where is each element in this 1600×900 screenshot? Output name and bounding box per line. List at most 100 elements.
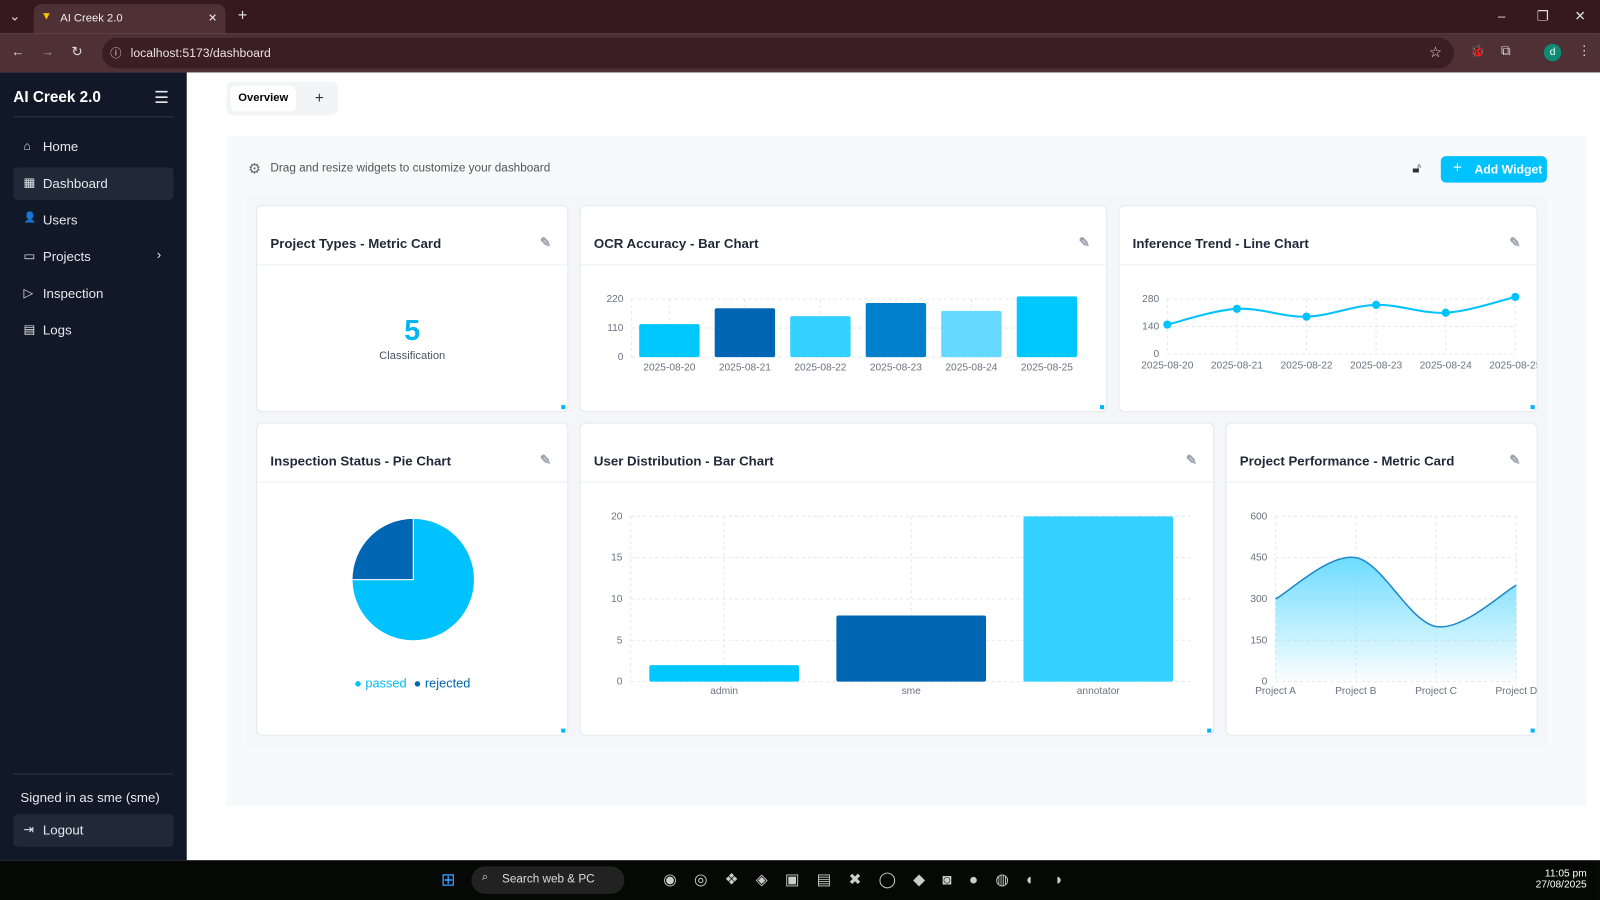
sidebar-item-label: Inspection [42,285,104,302]
widget-header[interactable]: OCR Accuracy - Bar Chart ✎ [580,206,1107,266]
browser-tab-strip: ⌄ ▼ AI Creek 2.0 ✕ + – ❐ ✕ [0,0,1600,34]
sidebar-item-dashboard[interactable]: ▦ Dashboard [13,167,174,200]
sidebar-item-inspection[interactable]: ▷ Inspection [13,278,173,311]
widget-header[interactable]: Inspection Status - Pie Chart ✎ [257,423,568,483]
x-tick-label: 2025-08-22 [794,362,846,373]
signed-in-text: Signed in as sme (sme) [20,789,160,806]
widget-header[interactable]: Inference Trend - Line Chart ✎ [1119,206,1537,266]
bar-annotator [1023,516,1174,682]
profile-avatar[interactable]: d [1543,43,1562,62]
y-tick-label: 110 [607,323,624,334]
minimize-icon[interactable]: – [1498,8,1505,23]
x-tick-label: 2025-08-24 [945,362,997,373]
unlock-icon[interactable]: 🔓︎ [1412,160,1421,176]
clock-time: 11:05 pm [1544,868,1587,880]
edit-pencil-icon[interactable]: ✎ [1509,452,1520,468]
windows-start-icon[interactable]: ⊞ [441,870,456,890]
y-tick-label: 0 [1154,349,1160,360]
x-tick-label: sme [902,686,922,697]
widget-project-types[interactable]: Project Types - Metric Card ✎ 5 Classific… [256,205,569,413]
widget-project-performance[interactable]: Project Performance - Metric Card ✎ 0 150 3… [1225,422,1538,736]
sidebar-item-label: Projects [42,248,91,265]
taskbar-apps[interactable]: ◉◎❖◈▣▤✖◯◆◙●◍◐◑ [663,870,1079,888]
logout-button[interactable]: ⇥ Logout [13,814,174,847]
forward-icon[interactable]: → [41,44,54,59]
new-tab-icon[interactable]: + [238,7,248,25]
resize-handle[interactable] [561,728,566,733]
site-info-icon[interactable]: ⓘ [110,45,121,61]
widget-ocr-accuracy[interactable]: OCR Accuracy - Bar Chart ✎ 0 110 220 2025-08… [579,205,1108,413]
widget-title: OCR Accuracy - Bar Chart [593,235,759,252]
tab-overview[interactable]: Overview [230,85,296,112]
resize-handle[interactable] [1099,405,1105,410]
sidebar-item-logs[interactable]: ▤ Logs [13,314,173,347]
widget-header[interactable]: Project Performance - Metric Card ✎ [1226,423,1537,483]
x-tick-label: 2025-08-20 [1141,360,1193,371]
taskbar-search[interactable]: ⌕ Search web & PC [471,866,625,894]
resize-handle[interactable] [1207,728,1212,733]
legend-rejected[interactable]: rejected [425,677,470,691]
widget-inference-trend[interactable]: Inference Trend - Line Chart ✎ 0 140 280 202… [1118,205,1542,413]
edit-pencil-icon[interactable]: ✎ [540,452,551,468]
chevron-right-icon: › [156,246,162,263]
x-tick-label: 2025-08-23 [870,362,922,373]
widget-title: Inspection Status - Pie Chart [270,453,452,469]
sidebar-item-home[interactable]: ⌂ Home [13,131,173,164]
resize-handle[interactable] [1530,405,1535,410]
menu-kebab-icon[interactable]: ⋮ [1578,43,1591,59]
add-tab-button[interactable]: + [306,86,333,112]
x-tick-label: 2025-08-23 [1350,360,1402,371]
performance-area-chart: 0150300450600Project A Project B Project C… [1250,511,1537,696]
browser-tab[interactable]: ▼ AI Creek 2.0 ✕ [33,4,226,34]
hamburger-icon[interactable]: ☰ [154,88,169,108]
add-widget-button[interactable]: + Add Widget [1440,156,1547,183]
close-window-icon[interactable]: ✕ [1574,8,1585,24]
edit-pencil-icon[interactable]: ✎ [1079,235,1090,251]
point-2025-08-20 [1163,320,1172,329]
widget-header[interactable]: User Distribution - Bar Chart ✎ [580,423,1214,483]
bookmark-star-icon[interactable]: ☆ [1429,44,1442,61]
tab-list-icon[interactable]: ⌄ [9,8,20,24]
logout-label: Logout [42,822,84,838]
close-tab-icon[interactable]: ✕ [208,11,217,24]
edit-pencil-icon[interactable]: ✎ [1509,235,1520,251]
sidebar-item-label: Logs [42,322,72,338]
resize-handle[interactable] [1530,728,1535,733]
x-tick-label: 2025-08-20 [643,362,695,373]
user-bar-chart: 0 5 10 15 20 admin sme annotator [611,511,1192,697]
edit-pencil-icon[interactable]: ✎ [540,235,551,251]
folder-icon: ▭ [23,248,36,264]
point-2025-08-23 [1372,300,1381,309]
legend-passed[interactable]: passed [365,677,406,691]
extensions-icon[interactable]: ⧉ [1501,43,1510,59]
bug-extension-icon[interactable]: 🐞 [1470,44,1485,58]
y-tick-label: 20 [611,511,623,522]
edit-pencil-icon[interactable]: ✎ [1186,452,1197,468]
divider [13,116,174,118]
divider [13,773,174,775]
y-tick-label: 300 [1250,594,1267,605]
legend-dot-passed: ● [354,676,362,691]
y-tick-label: 600 [1250,511,1267,522]
logout-icon: ⇥ [23,822,34,837]
y-tick-label: 140 [1142,322,1159,333]
widget-inspection-status[interactable]: Inspection Status - Pie Chart ✎ ● passed … [256,422,569,736]
sidebar-item-label: Home [42,138,79,155]
resize-handle[interactable] [561,405,566,410]
sidebar-item-projects[interactable]: ▭ Projects › [13,241,173,274]
widget-user-distribution[interactable]: User Distribution - Bar Chart ✎ 0 5 10 15 20 a… [579,422,1215,736]
sidebar-item-users[interactable]: 👤 Users [13,204,173,237]
widget-header[interactable]: Project Types - Metric Card ✎ [257,206,568,266]
x-tick-label: 2025-08-21 [1211,360,1263,371]
back-icon[interactable]: ← [11,44,24,59]
user-icon: 👤 [23,212,37,224]
url-text: localhost:5173/dashboard [130,45,271,61]
inspection-pie-chart [351,517,475,642]
widget-title: Project Types - Metric Card [270,235,442,252]
y-tick-label: 280 [1142,294,1159,305]
restore-icon[interactable]: ❐ [1537,8,1549,24]
clock[interactable]: 11:05 pm 27/08/2025 [1531,868,1587,890]
reload-icon[interactable]: ↻ [71,44,82,60]
address-bar[interactable]: ⓘ localhost:5173/dashboard ☆ [102,37,1455,69]
widget-title: Inference Trend - Line Chart [1132,235,1309,252]
